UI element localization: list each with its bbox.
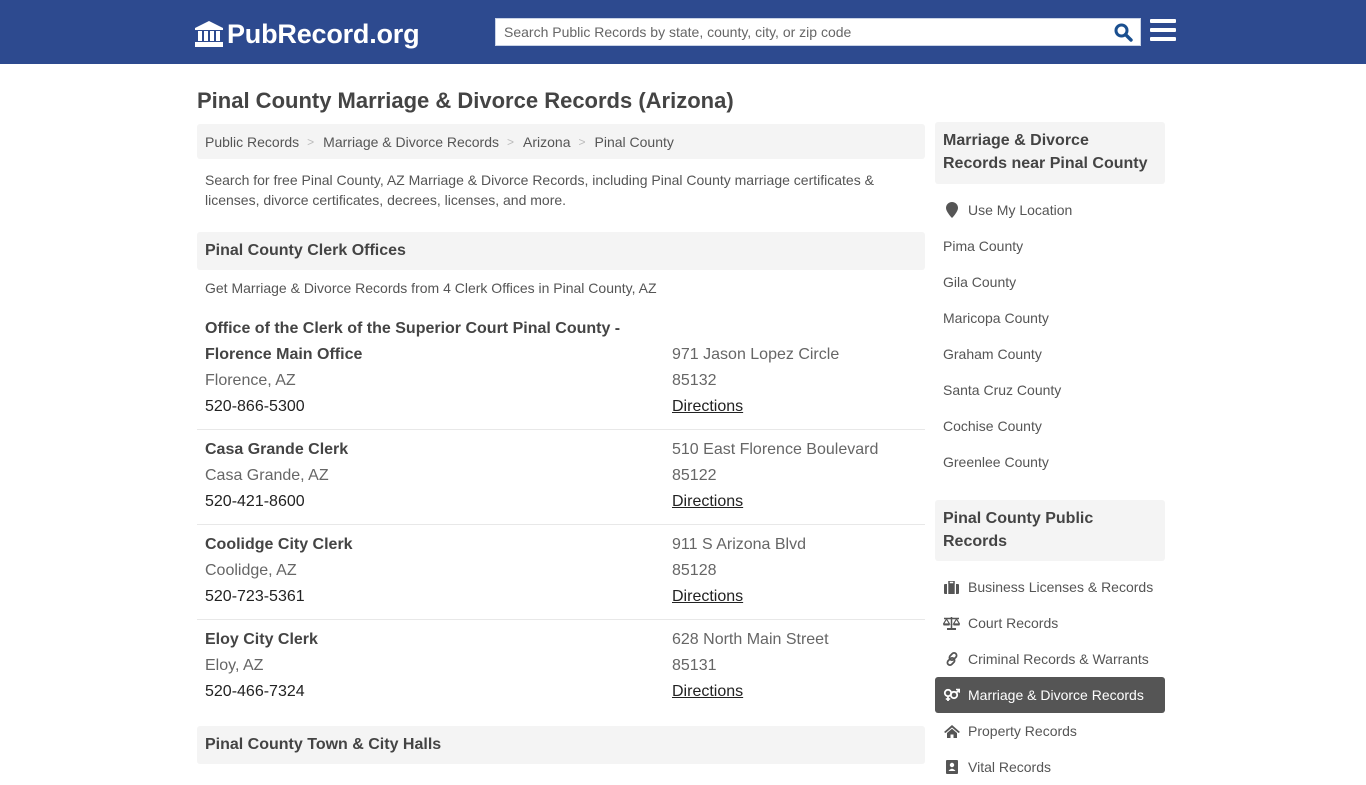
sidebar-item-label: Vital Records [968,759,1052,775]
public-records-heading: Pinal County Public Records [935,500,1165,561]
office-city: Florence, AZ [205,372,296,389]
office-name: Office of the Clerk of the Superior Cour… [205,320,621,337]
office-address: 628 North Main Street [672,631,829,648]
nearby-county-link[interactable]: Cochise County [935,408,1165,444]
directions-link[interactable]: Directions [672,489,743,515]
office-address: 510 East Florence Boulevard [672,441,879,458]
sidebar-item-property-records[interactable]: Property Records [935,713,1165,749]
breadcrumb-pinal-county[interactable]: Pinal County [595,134,674,150]
use-my-location-link[interactable]: Use My Location [935,192,1165,228]
office-name-line2: Florence Main Office [205,346,363,363]
id-card-icon [943,759,960,775]
office-city: Coolidge, AZ [205,562,297,579]
search-box [495,18,1141,46]
breadcrumb-separator: > [507,134,515,149]
directions-link[interactable]: Directions [672,584,743,610]
intro-text: Search for free Pinal County, AZ Marriag… [205,172,874,208]
sidebar-item-label: Property Records [968,723,1077,739]
divider [197,429,925,430]
office-phone[interactable]: 520-723-5361 [205,584,305,610]
office-card: Coolidge City Clerk Coolidge, AZ 520-723… [197,532,925,620]
sidebar-item-marriage-divorce[interactable]: Marriage & Divorce Records [935,677,1165,713]
divider [197,619,925,620]
clerk-offices-heading: Pinal County Clerk Offices [197,232,925,270]
courthouse-icon [195,21,223,47]
sidebar-item-court-records[interactable]: Court Records [935,605,1165,641]
divider [197,524,925,525]
directions-link[interactable]: Directions [672,679,743,705]
map-marker-icon [943,202,960,218]
breadcrumb-public-records[interactable]: Public Records [205,134,299,150]
site-logo-text: PubRecord.org [227,18,420,49]
search-icon [1114,23,1133,42]
office-name: Coolidge City Clerk [205,536,353,553]
hamburger-menu-icon[interactable] [1150,19,1176,43]
top-navigation-bar: PubRecord.org [0,0,1366,64]
link-icon [943,651,960,667]
office-phone[interactable]: 520-421-8600 [205,489,305,515]
gender-symbols-icon [943,687,960,703]
office-phone[interactable]: 520-866-5300 [205,394,305,420]
balance-scale-icon [943,615,960,631]
clerk-offices-subtext: Get Marriage & Divorce Records from 4 Cl… [205,280,657,296]
nearby-county-link[interactable]: Graham County [935,336,1165,372]
nearby-county-link[interactable]: Maricopa County [935,300,1165,336]
breadcrumb-separator: > [307,134,315,149]
office-card: Casa Grande Clerk Casa Grande, AZ 520-42… [197,437,925,525]
breadcrumb-marriage-divorce[interactable]: Marriage & Divorce Records [323,134,499,150]
nearby-county-link[interactable]: Pima County [935,228,1165,264]
office-address: 911 S Arizona Blvd [672,536,807,553]
page-title: Pinal County Marriage & Divorce Records … [197,88,734,113]
site-logo[interactable]: PubRecord.org [195,18,420,50]
nearby-records-heading: Marriage & Divorce Records near Pinal Co… [935,122,1165,184]
sidebar-item-label: Criminal Records & Warrants [968,651,1149,667]
search-input[interactable] [496,19,1106,45]
briefcase-icon [943,579,960,595]
office-address: 971 Jason Lopez Circle [672,346,840,363]
use-my-location-label: Use My Location [968,202,1073,218]
sidebar-item-vital-records[interactable]: Vital Records [935,749,1165,785]
sidebar-item-label: Marriage & Divorce Records [968,687,1144,703]
office-zip: 85131 [672,657,717,674]
breadcrumb-arizona[interactable]: Arizona [523,134,570,150]
office-card: Eloy City Clerk Eloy, AZ 520-466-7324 62… [197,627,925,715]
sidebar-item-label: Business Licenses & Records [968,579,1154,595]
office-zip: 85132 [672,372,717,389]
sidebar-item-label: Court Records [968,615,1059,631]
nearby-county-link[interactable]: Greenlee County [935,444,1165,480]
office-phone[interactable]: 520-466-7324 [205,679,305,705]
office-zip: 85122 [672,467,717,484]
office-card: Office of the Clerk of the Superior Cour… [197,316,925,430]
sidebar-item-business-licenses[interactable]: Business Licenses & Records [935,569,1165,605]
office-city: Eloy, AZ [205,657,264,674]
office-zip: 85128 [672,562,717,579]
breadcrumb: Public Records > Marriage & Divorce Reco… [197,124,925,159]
directions-link[interactable]: Directions [672,394,743,420]
sidebar-item-criminal-records[interactable]: Criminal Records & Warrants [935,641,1165,677]
office-name: Casa Grande Clerk [205,441,349,458]
nearby-county-link[interactable]: Santa Cruz County [935,372,1165,408]
town-halls-heading: Pinal County Town & City Halls [197,726,925,764]
breadcrumb-separator: > [578,134,586,149]
search-button[interactable] [1112,22,1134,42]
office-name: Eloy City Clerk [205,631,318,648]
nearby-county-link[interactable]: Gila County [935,264,1165,300]
office-city: Casa Grande, AZ [205,467,329,484]
home-icon [943,723,960,739]
